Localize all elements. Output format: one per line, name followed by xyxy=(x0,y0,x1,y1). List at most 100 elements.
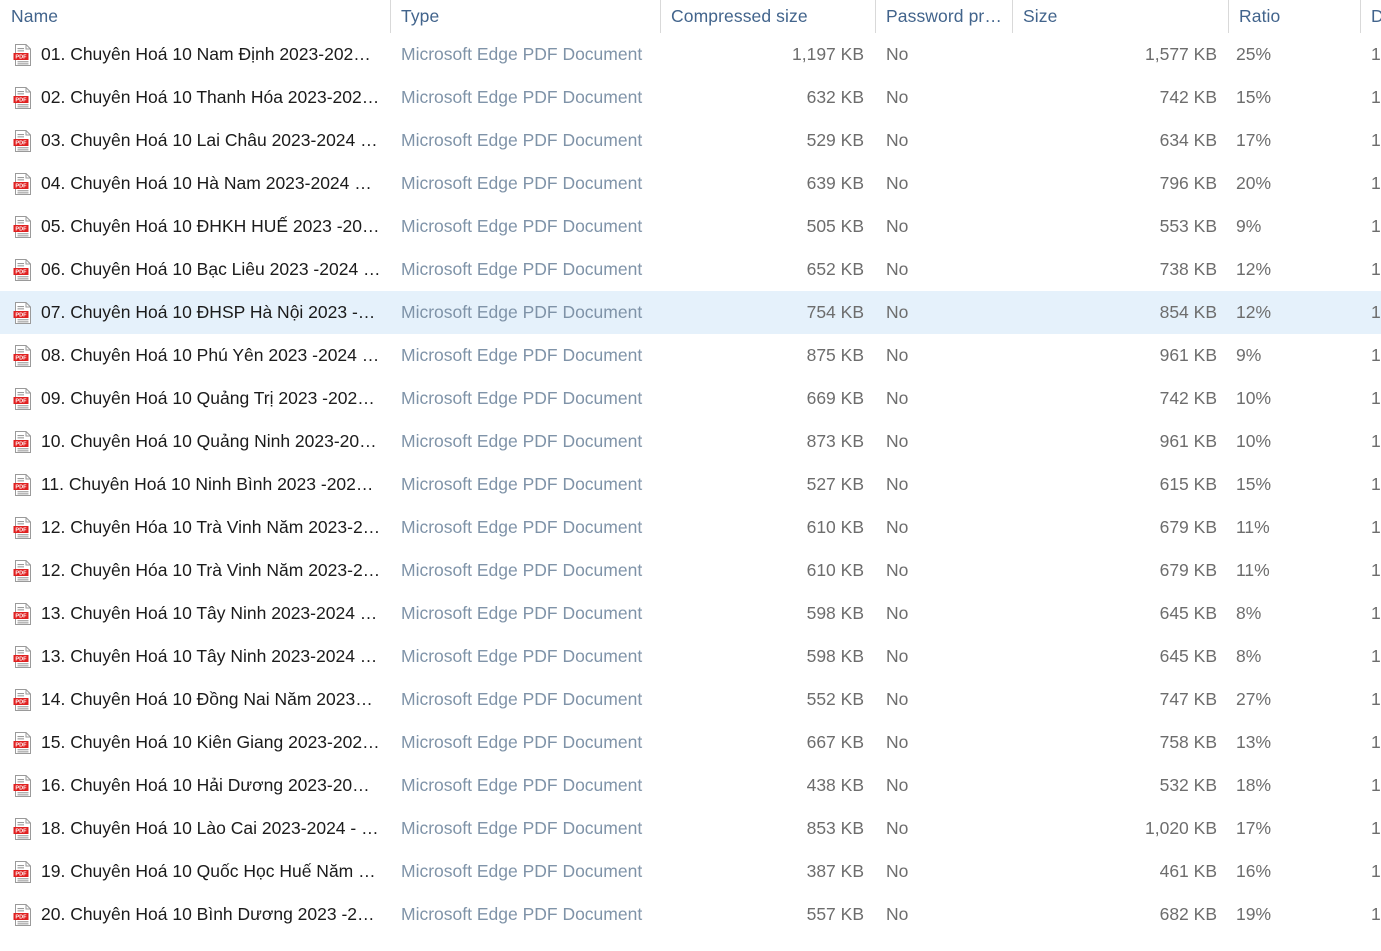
svg-text:PDF: PDF xyxy=(15,270,27,276)
column-header-csize[interactable]: Compressed size xyxy=(660,0,875,33)
cell-date: 1 xyxy=(1371,603,1381,623)
cell-name: PDF 12. Chuyên Hóa 10 Trà Vinh Năm 2023-2… xyxy=(0,549,390,592)
svg-text:PDF: PDF xyxy=(15,657,27,663)
table-row[interactable]: PDF 07. Chuyên Hoá 10 ĐHSP Hà Nội 2023 -…… xyxy=(0,291,1381,334)
table-row[interactable]: PDF 19. Chuyên Hoá 10 Quốc Học Huế Năm … M… xyxy=(0,850,1381,893)
column-divider-pwd[interactable] xyxy=(875,0,876,33)
cell-name: PDF 08. Chuyên Hoá 10 Phú Yên 2023 -2024 … xyxy=(0,334,390,377)
cell-size: 738 KB xyxy=(1159,259,1217,279)
cell-ratio: 18% xyxy=(1236,775,1272,795)
cell-ratio: 16% xyxy=(1236,861,1272,881)
cell-csize: 438 KB xyxy=(806,775,864,795)
table-row[interactable]: PDF 12. Chuyên Hóa 10 Trà Vinh Năm 2023-2… xyxy=(0,506,1381,549)
cell-csize: 598 KB xyxy=(806,646,864,666)
cell-csize: 652 KB xyxy=(806,259,864,279)
column-divider-size[interactable] xyxy=(1012,0,1013,33)
table-row[interactable]: PDF 20. Chuyên Hoá 10 Bình Dương 2023 -2…… xyxy=(0,893,1381,936)
cell-name: PDF 05. Chuyên Hoá 10 ĐHKH HUẾ 2023 -20… xyxy=(0,205,390,248)
column-header-row[interactable]: Name Type Compressed size Password pr… Size R… xyxy=(0,0,1381,33)
cell-name: PDF 06. Chuyên Hoá 10 Bạc Liêu 2023 -2024… xyxy=(0,248,390,291)
cell-csize: 387 KB xyxy=(806,861,864,881)
cell-size: 758 KB xyxy=(1159,732,1217,752)
cell-pwd: No xyxy=(886,904,909,924)
cell-csize: 598 KB xyxy=(806,603,864,623)
pdf-file-icon: PDF xyxy=(13,775,31,797)
file-name-label: 12. Chuyên Hóa 10 Trà Vinh Năm 2023-2… xyxy=(41,560,381,580)
cell-pwd: No xyxy=(886,87,909,107)
pdf-file-icon: PDF xyxy=(13,560,31,582)
column-divider-csize[interactable] xyxy=(660,0,661,33)
cell-name: PDF 09. Chuyên Hoá 10 Quảng Trị 2023 -202… xyxy=(0,377,390,420)
table-row[interactable]: PDF 08. Chuyên Hoá 10 Phú Yên 2023 -2024 … xyxy=(0,334,1381,377)
cell-date: 1 xyxy=(1371,130,1381,150)
file-list-view[interactable]: Name Type Compressed size Password pr… Size R… xyxy=(0,0,1381,951)
column-header-ratio[interactable]: Ratio xyxy=(1228,0,1360,33)
table-row[interactable]: PDF 18. Chuyên Hoá 10 Lào Cai 2023-2024 -… xyxy=(0,807,1381,850)
column-header-date[interactable]: D xyxy=(1360,0,1381,33)
cell-name: PDF 10. Chuyên Hoá 10 Quảng Ninh 2023-20… xyxy=(0,420,390,463)
cell-size: 796 KB xyxy=(1159,173,1217,193)
cell-date: 1 xyxy=(1371,216,1381,236)
column-divider-ratio[interactable] xyxy=(1228,0,1229,33)
table-row[interactable]: PDF 13. Chuyên Hoá 10 Tây Ninh 2023-2024 … xyxy=(0,592,1381,635)
cell-ratio: 15% xyxy=(1236,87,1272,107)
column-header-size[interactable]: Size xyxy=(1012,0,1228,33)
table-row[interactable]: PDF 06. Chuyên Hoá 10 Bạc Liêu 2023 -2024… xyxy=(0,248,1381,291)
cell-size: 961 KB xyxy=(1159,431,1217,451)
cell-type: Microsoft Edge PDF Document xyxy=(401,732,643,752)
column-divider-date[interactable] xyxy=(1360,0,1361,33)
table-row[interactable]: PDF 02. Chuyên Hoá 10 Thanh Hóa 2023-202…… xyxy=(0,76,1381,119)
table-row[interactable]: PDF 16. Chuyên Hoá 10 Hải Dương 2023-20… M… xyxy=(0,764,1381,807)
cell-date: 1 xyxy=(1371,646,1381,666)
cell-size: 1,020 KB xyxy=(1145,818,1217,838)
pdf-file-icon: PDF xyxy=(13,474,31,496)
cell-ratio: 10% xyxy=(1236,431,1272,451)
table-row[interactable]: PDF 03. Chuyên Hoá 10 Lai Châu 2023-2024 … xyxy=(0,119,1381,162)
cell-name: PDF 14. Chuyên Hoá 10 Đồng Nai Năm 2023… xyxy=(0,678,390,721)
column-header-type[interactable]: Type xyxy=(390,0,660,33)
cell-size: 682 KB xyxy=(1159,904,1217,924)
cell-csize: 639 KB xyxy=(806,173,864,193)
file-name-label: 04. Chuyên Hoá 10 Hà Nam 2023-2024 … xyxy=(41,173,372,193)
cell-type: Microsoft Edge PDF Document xyxy=(401,44,643,64)
table-row[interactable]: PDF 05. Chuyên Hoá 10 ĐHKH HUẾ 2023 -20… M… xyxy=(0,205,1381,248)
cell-date: 1 xyxy=(1371,474,1381,494)
table-row[interactable]: PDF 01. Chuyên Hoá 10 Nam Định 2023-202… M… xyxy=(0,33,1381,76)
cell-name: PDF 02. Chuyên Hoá 10 Thanh Hóa 2023-202… xyxy=(0,76,390,119)
table-row[interactable]: PDF 13. Chuyên Hoá 10 Tây Ninh 2023-2024 … xyxy=(0,635,1381,678)
cell-date: 1 xyxy=(1371,345,1381,365)
cell-csize: 853 KB xyxy=(806,818,864,838)
column-divider-type[interactable] xyxy=(390,0,391,33)
column-header-name[interactable]: Name xyxy=(0,0,390,33)
column-header-pwd[interactable]: Password pr… xyxy=(875,0,1012,33)
table-row[interactable]: PDF 12. Chuyên Hóa 10 Trà Vinh Năm 2023-2… xyxy=(0,549,1381,592)
cell-date: 1 xyxy=(1371,431,1381,451)
cell-name: PDF 03. Chuyên Hoá 10 Lai Châu 2023-2024 … xyxy=(0,119,390,162)
file-name-label: 19. Chuyên Hoá 10 Quốc Học Huế Năm … xyxy=(41,861,376,881)
svg-text:PDF: PDF xyxy=(15,442,27,448)
cell-ratio: 13% xyxy=(1236,732,1272,752)
table-row[interactable]: PDF 15. Chuyên Hoá 10 Kiên Giang 2023-202… xyxy=(0,721,1381,764)
cell-type: Microsoft Edge PDF Document xyxy=(401,861,643,881)
cell-pwd: No xyxy=(886,388,909,408)
table-row[interactable]: PDF 11. Chuyên Hoá 10 Ninh Bình 2023 -202… xyxy=(0,463,1381,506)
cell-date: 1 xyxy=(1371,732,1381,752)
cell-pwd: No xyxy=(886,302,909,322)
svg-text:PDF: PDF xyxy=(15,915,27,921)
cell-name: PDF 11. Chuyên Hoá 10 Ninh Bình 2023 -202… xyxy=(0,463,390,506)
file-name-label: 13. Chuyên Hoá 10 Tây Ninh 2023-2024 … xyxy=(41,603,378,623)
table-row[interactable]: PDF 10. Chuyên Hoá 10 Quảng Ninh 2023-20…… xyxy=(0,420,1381,463)
cell-ratio: 20% xyxy=(1236,173,1272,193)
cell-ratio: 10% xyxy=(1236,388,1272,408)
cell-csize: 754 KB xyxy=(806,302,864,322)
svg-text:PDF: PDF xyxy=(15,141,27,147)
table-row[interactable]: PDF 04. Chuyên Hoá 10 Hà Nam 2023-2024 … M… xyxy=(0,162,1381,205)
table-row[interactable]: PDF 14. Chuyên Hoá 10 Đồng Nai Năm 2023… M… xyxy=(0,678,1381,721)
cell-size: 747 KB xyxy=(1159,689,1217,709)
cell-pwd: No xyxy=(886,173,909,193)
table-row[interactable]: PDF 09. Chuyên Hoá 10 Quảng Trị 2023 -202… xyxy=(0,377,1381,420)
cell-size: 645 KB xyxy=(1159,646,1217,666)
cell-size: 615 KB xyxy=(1159,474,1217,494)
pdf-file-icon: PDF xyxy=(13,646,31,668)
pdf-file-icon: PDF xyxy=(13,861,31,883)
